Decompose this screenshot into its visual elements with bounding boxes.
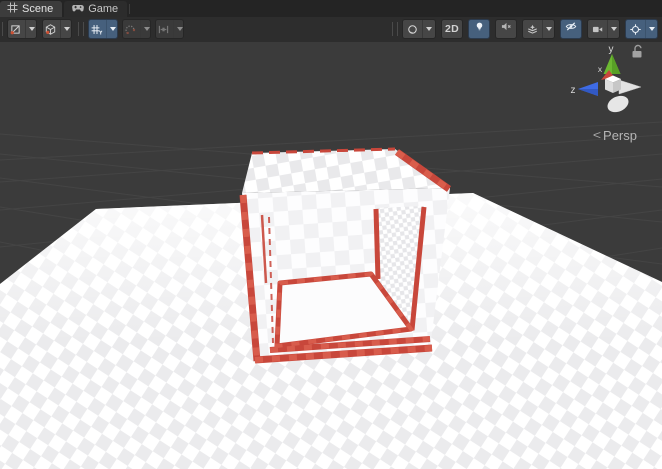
draw-mode-button[interactable] — [402, 19, 436, 39]
scene-visibility-button[interactable] — [560, 19, 582, 39]
selected-checkered-cube[interactable] — [242, 149, 450, 362]
axis-cone-z-shade — [578, 89, 598, 96]
audio-mute-button[interactable] — [495, 19, 517, 39]
camera-icon — [588, 20, 607, 38]
gizmo-crosshair-icon — [626, 20, 645, 38]
axis-cone-negative-y[interactable] — [605, 93, 631, 116]
grid-snapping-button[interactable] — [122, 19, 151, 39]
tab-game[interactable]: Game — [64, 1, 127, 17]
camera-dropdown-arrow-icon[interactable] — [607, 20, 620, 38]
gizmos-toggle-button[interactable] — [625, 19, 658, 39]
tool-settings-buttons — [7, 19, 72, 39]
padlock-open-icon[interactable] — [633, 45, 642, 57]
orientation-toggle-button[interactable] — [42, 19, 72, 39]
scene-lighting-button[interactable] — [468, 19, 490, 39]
scene-toolbar: 2D — [0, 17, 662, 43]
pivot-dropdown-arrow-icon[interactable] — [25, 20, 38, 38]
grid-snap-overlay — [77, 19, 85, 39]
scene-render: y x z — [0, 42, 662, 469]
window-tab-bar: Scene Game — [0, 0, 662, 17]
grid-visibility-button[interactable] — [88, 19, 118, 39]
overlay-drag-handle[interactable] — [392, 22, 398, 36]
grid-dropdown-arrow-icon[interactable] — [106, 20, 119, 38]
draw-mode-dropdown-arrow-icon[interactable] — [422, 20, 435, 38]
effects-layers-icon — [523, 20, 542, 38]
grid-axis-icon — [87, 20, 106, 38]
mode-2d-label: 2D — [441, 23, 463, 35]
gamepad-icon — [71, 2, 84, 16]
axis-label-y: y — [609, 44, 614, 55]
axis-label-x: x — [598, 64, 603, 74]
increment-dropdown-arrow-icon[interactable] — [173, 20, 186, 38]
gizmo-center-cube[interactable] — [605, 76, 621, 94]
view-options-buttons: 2D — [391, 19, 658, 39]
magnet-icon — [121, 20, 140, 38]
axis-cone-y-shade — [612, 54, 621, 74]
mode-2d-button[interactable]: 2D — [441, 19, 463, 39]
grid-snap-buttons — [88, 19, 184, 39]
tab-game-label: Game — [88, 3, 118, 15]
axis-label-z: z — [571, 85, 576, 96]
pivot-rect-icon — [6, 20, 25, 38]
pivot-toggle-button[interactable] — [7, 19, 37, 39]
snapping-dropdown-arrow-icon[interactable] — [140, 20, 153, 38]
effects-dropdown-arrow-icon[interactable] — [542, 20, 555, 38]
projection-toggle[interactable]: < Persp — [593, 127, 637, 143]
shaded-sphere-icon — [403, 20, 422, 38]
orientation-cube-icon — [41, 20, 60, 38]
camera-settings-button[interactable] — [587, 19, 620, 39]
eye-hidden-icon — [564, 20, 578, 38]
tab-scene-label: Scene — [22, 3, 53, 15]
lightbulb-icon — [473, 20, 486, 38]
tab-scene[interactable]: Scene — [0, 1, 62, 17]
projection-label: Persp — [603, 128, 637, 143]
audio-muted-icon — [499, 20, 513, 38]
projection-arrow-icon: < — [593, 128, 601, 142]
scene-grid-icon — [7, 2, 18, 16]
overlay-drag-handle[interactable] — [78, 22, 84, 36]
effects-button[interactable] — [522, 19, 555, 39]
snap-increment-button[interactable] — [155, 19, 184, 39]
move-snap-icon — [154, 20, 173, 38]
orientation-dropdown-arrow-icon[interactable] — [60, 20, 73, 38]
axis-cone-negative-z[interactable] — [619, 80, 641, 94]
tab-separator — [129, 4, 130, 14]
axis-orientation-gizmo: y x z — [571, 44, 642, 115]
scene-viewport[interactable]: y x z < Persp — [0, 42, 662, 469]
gizmos-dropdown-arrow-icon[interactable] — [645, 20, 658, 38]
